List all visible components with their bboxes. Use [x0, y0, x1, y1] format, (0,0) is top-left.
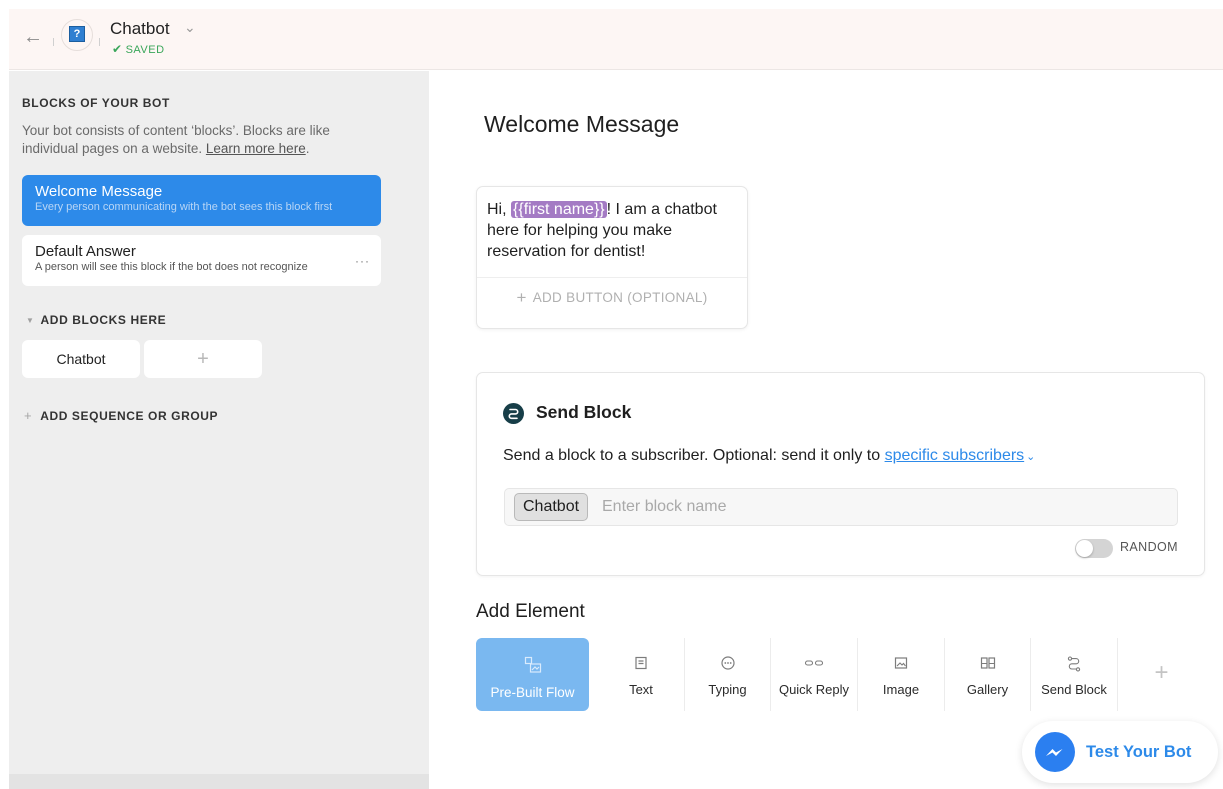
- more-options-icon[interactable]: ···: [355, 254, 370, 268]
- gallery-icon: [945, 656, 1030, 673]
- add-button-label: ADD BUTTON (OPTIONAL): [532, 290, 708, 305]
- saved-status-label: SAVED: [125, 44, 165, 56]
- divider: [53, 38, 54, 46]
- typing-icon: [685, 656, 770, 673]
- gallery-element-button[interactable]: Gallery: [944, 638, 1030, 711]
- pre-built-flow-button[interactable]: Pre-Built Flow: [476, 638, 589, 711]
- add-sequence-button[interactable]: + ADD SEQUENCE OR GROUP: [24, 408, 218, 423]
- divider: [99, 38, 100, 46]
- chevron-down-icon[interactable]: ⌄: [184, 19, 196, 36]
- sidebar: BLOCKS OF YOUR BOT Your bot consists of …: [9, 71, 429, 774]
- add-block-button[interactable]: +: [144, 340, 262, 378]
- chevron-down-icon[interactable]: ⌄: [1026, 451, 1035, 463]
- add-element-toolbar: Pre-Built Flow Text Typing Quick Reply I…: [476, 638, 1205, 711]
- random-toggle[interactable]: [1075, 539, 1113, 558]
- block-name-field[interactable]: Chatbot: [504, 488, 1178, 526]
- element-label: Pre-Built Flow: [490, 685, 575, 700]
- sidebar-description: Your bot consists of content ‘blocks’. B…: [22, 123, 330, 156]
- checkmark-icon: ✔: [112, 42, 123, 56]
- quick-reply-icon: [771, 656, 857, 673]
- block-title: Default Answer: [35, 243, 136, 260]
- divider: [477, 277, 747, 278]
- block-welcome-message[interactable]: Welcome Message Every person communicati…: [22, 175, 381, 226]
- message-greeting: Hi,: [487, 201, 507, 218]
- triangle-down-icon: ▼: [26, 316, 35, 325]
- send-block-description-text: Send a block to a subscriber. Optional: …: [503, 447, 881, 464]
- test-your-bot-button[interactable]: Test Your Bot: [1022, 721, 1218, 783]
- block-subtitle: A person will see this block if the bot …: [35, 261, 308, 273]
- send-block-element-button[interactable]: Send Block: [1030, 638, 1117, 711]
- element-label: Quick Reply: [778, 682, 850, 697]
- block-subtitle: Every person communicating with the bot …: [35, 201, 333, 213]
- image-icon: [858, 656, 944, 673]
- quick-reply-element-button[interactable]: Quick Reply: [770, 638, 857, 711]
- plus-icon: +: [24, 408, 33, 423]
- sidebar-footer: [9, 774, 429, 789]
- block-chip-chatbot[interactable]: Chatbot: [514, 493, 589, 521]
- element-label: Gallery: [966, 682, 1009, 697]
- back-arrow-icon[interactable]: ←: [23, 26, 45, 48]
- add-blocks-section[interactable]: ▼ ADD BLOCKS HERE: [26, 313, 166, 327]
- toggle-knob: [1076, 540, 1093, 557]
- bot-name[interactable]: Chatbot: [110, 19, 170, 39]
- add-sequence-label: ADD SEQUENCE OR GROUP: [40, 409, 219, 423]
- first-name-variable[interactable]: {{first name}}: [511, 201, 607, 218]
- pre-built-flow-icon: [476, 656, 589, 677]
- messenger-icon: [1035, 732, 1075, 772]
- typing-element-button[interactable]: Typing: [684, 638, 770, 711]
- element-label: Typing: [708, 682, 747, 697]
- plus-icon: +: [516, 288, 527, 307]
- page-title: Welcome Message: [484, 111, 680, 137]
- learn-more-link[interactable]: Learn more here: [206, 141, 306, 156]
- sidebar-heading: BLOCKS OF YOUR BOT: [22, 96, 170, 110]
- block-name-input[interactable]: [602, 494, 1162, 520]
- add-element-title: Add Element: [476, 601, 585, 622]
- group-chatbot-button[interactable]: Chatbot: [22, 340, 140, 378]
- send-block-description: Send a block to a subscriber. Optional: …: [503, 447, 1035, 465]
- more-elements-button[interactable]: +: [1117, 638, 1205, 711]
- specific-subscribers-link[interactable]: specific subscribers: [885, 447, 1025, 464]
- send-block-icon: [503, 403, 524, 424]
- add-button-optional[interactable]: + ADD BUTTON (OPTIONAL): [477, 287, 747, 307]
- element-label: Image: [882, 682, 920, 697]
- add-blocks-label: ADD BLOCKS HERE: [40, 313, 167, 327]
- text-card-message[interactable]: Hi, {{first name}}! I am a chatbot here …: [487, 199, 741, 262]
- text-card[interactable]: Hi, {{first name}}! I am a chatbot here …: [476, 186, 748, 329]
- text-icon: [598, 656, 684, 673]
- text-element-button[interactable]: Text: [598, 638, 684, 711]
- block-default-answer[interactable]: Default Answer A person will see this bl…: [22, 235, 381, 286]
- bot-help-icon: ?: [69, 26, 85, 42]
- image-element-button[interactable]: Image: [857, 638, 944, 711]
- saved-status: ✔ SAVED: [112, 42, 165, 56]
- plus-icon: +: [1154, 659, 1169, 686]
- send-block-card: Send Block Send a block to a subscriber.…: [476, 372, 1205, 576]
- send-block-title: Send Block: [536, 402, 632, 422]
- send-block-icon: [1031, 656, 1117, 675]
- element-label: Text: [629, 682, 653, 697]
- block-title: Welcome Message: [35, 183, 163, 200]
- test-your-bot-label: Test Your Bot: [1086, 743, 1192, 761]
- top-bar: ← ? Chatbot ⌄ ✔ SAVED: [9, 9, 1223, 70]
- element-label: Send Block: [1041, 682, 1107, 697]
- random-label: RANDOM: [1120, 540, 1178, 554]
